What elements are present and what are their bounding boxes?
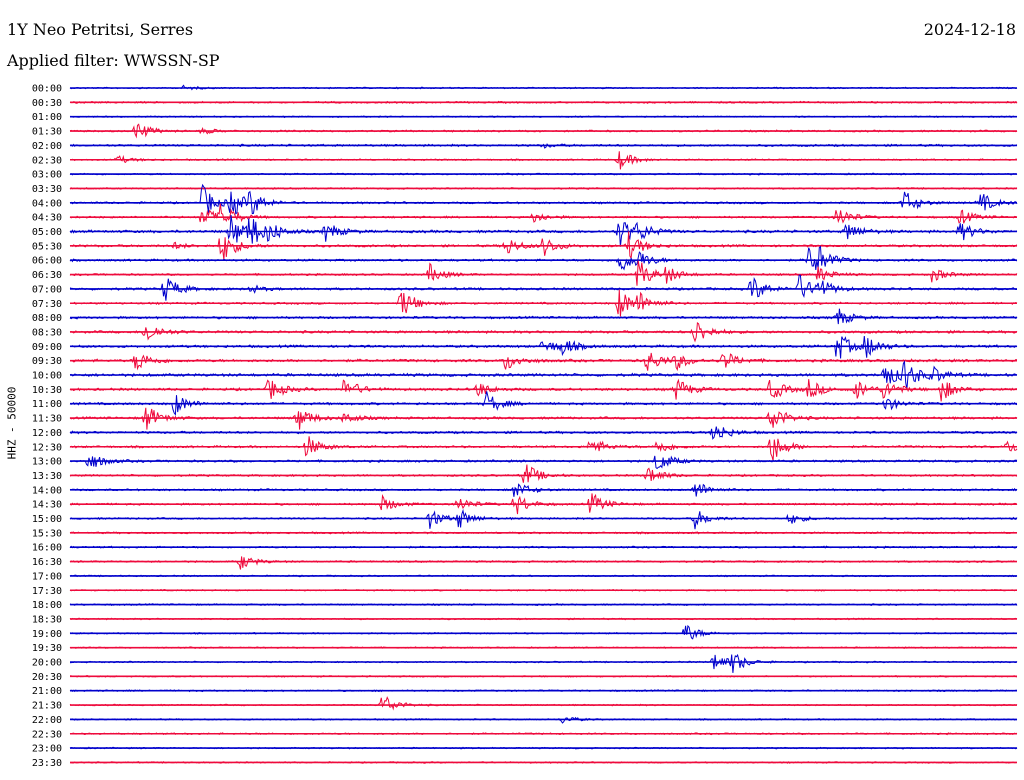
time-label: 11:00: [32, 399, 62, 410]
trace-line: [69, 378, 1018, 402]
trace-line: [69, 245, 1018, 271]
trace-line: [69, 653, 1018, 673]
time-label: 06:30: [32, 270, 62, 281]
time-label: 23:00: [32, 744, 62, 755]
time-label: 22:30: [32, 729, 62, 740]
time-label: 20:30: [32, 672, 62, 683]
time-label: 18:00: [32, 600, 62, 611]
time-label: 19:30: [32, 643, 62, 654]
time-label: 05:00: [32, 227, 62, 238]
trace-line: [69, 624, 1018, 640]
time-label: 07:00: [32, 284, 62, 295]
time-label: 10:00: [32, 371, 62, 382]
trace-line: [69, 260, 1018, 286]
time-label: 08:00: [32, 313, 62, 324]
time-label: 17:30: [32, 586, 62, 597]
time-label: 15:00: [32, 514, 62, 525]
time-label: 14:00: [32, 485, 62, 496]
time-label: 15:30: [32, 528, 62, 539]
time-label: 13:30: [32, 471, 62, 482]
time-label: 03:00: [32, 170, 62, 181]
helicorder-plot: 00:00 00:30 01:00 01:30 02:00 02:30 03:00 03:30…: [32, 84, 1018, 769]
time-label: 04:00: [32, 198, 62, 209]
time-label: 04:30: [32, 213, 62, 224]
time-label: 14:30: [32, 500, 62, 511]
time-label: 12:00: [32, 428, 62, 439]
time-label: 05:30: [32, 241, 62, 252]
trace-line: [69, 696, 1018, 711]
time-label: 00:30: [32, 98, 62, 109]
trace-line: [69, 352, 1018, 372]
time-label: 02:00: [32, 141, 62, 152]
trace-line: [69, 274, 1017, 301]
time-label: 09:00: [32, 342, 62, 353]
time-label: 13:00: [32, 457, 62, 468]
time-label: 19:00: [32, 629, 62, 640]
trace-line: [69, 556, 1018, 570]
time-label: 09:30: [32, 356, 62, 367]
time-label: 07:30: [32, 299, 62, 310]
trace-line: [69, 308, 1018, 325]
time-label: 02:30: [32, 155, 62, 166]
trace-line: [69, 455, 1018, 470]
time-label: 16:30: [32, 557, 62, 568]
time-label: 20:00: [32, 658, 62, 669]
trace-line: [69, 436, 1018, 461]
time-label: 22:00: [32, 715, 62, 726]
time-label: 03:30: [32, 184, 62, 195]
time-label: 23:30: [32, 758, 62, 769]
trace-line: [70, 716, 1018, 724]
time-label: 08:30: [32, 327, 62, 338]
trace-line: [69, 203, 1018, 224]
time-label: 12:30: [32, 442, 62, 453]
time-label: 18:30: [32, 614, 62, 625]
time-label: 06:00: [32, 256, 62, 267]
time-label: 01:00: [32, 112, 62, 123]
time-label: 01:30: [32, 127, 62, 138]
time-label: 21:30: [32, 701, 62, 712]
time-label: 16:00: [32, 543, 62, 554]
time-label: 21:00: [32, 686, 62, 697]
trace-line: [69, 183, 1018, 215]
trace-line: [69, 335, 1018, 359]
time-label: 10:30: [32, 385, 62, 396]
trace-line: [69, 464, 1018, 483]
trace-line: [69, 508, 1018, 530]
time-label: 00:00: [32, 84, 62, 95]
time-label: 11:30: [32, 414, 62, 425]
time-label: 17:00: [32, 571, 62, 582]
